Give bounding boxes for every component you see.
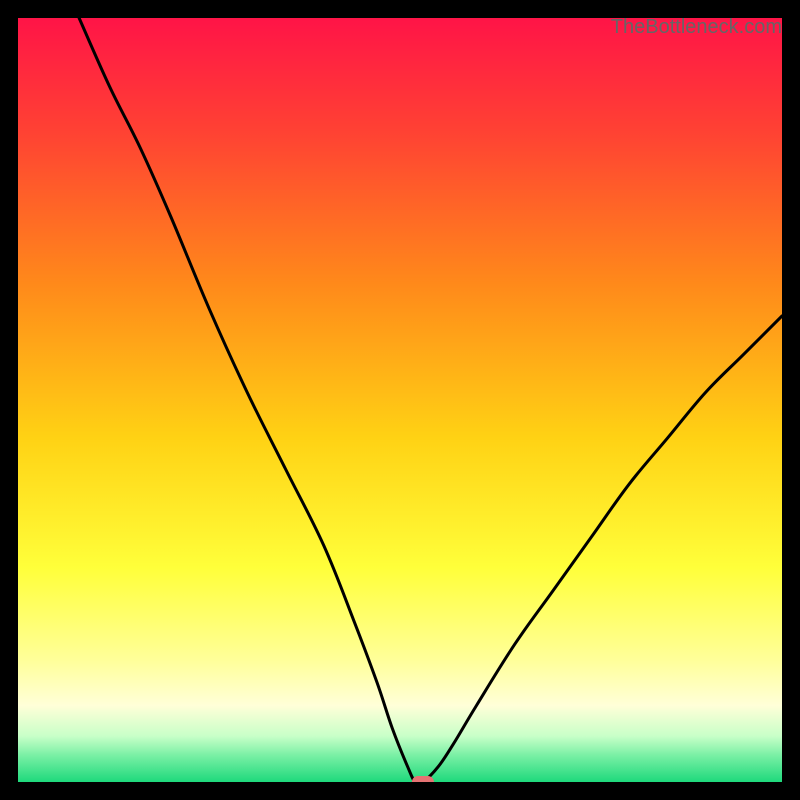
watermark-text: TheBottleneck.com: [611, 16, 782, 39]
bottleneck-chart: [18, 18, 782, 782]
optimal-marker: [412, 776, 434, 782]
chart-container: TheBottleneck.com: [18, 18, 782, 782]
